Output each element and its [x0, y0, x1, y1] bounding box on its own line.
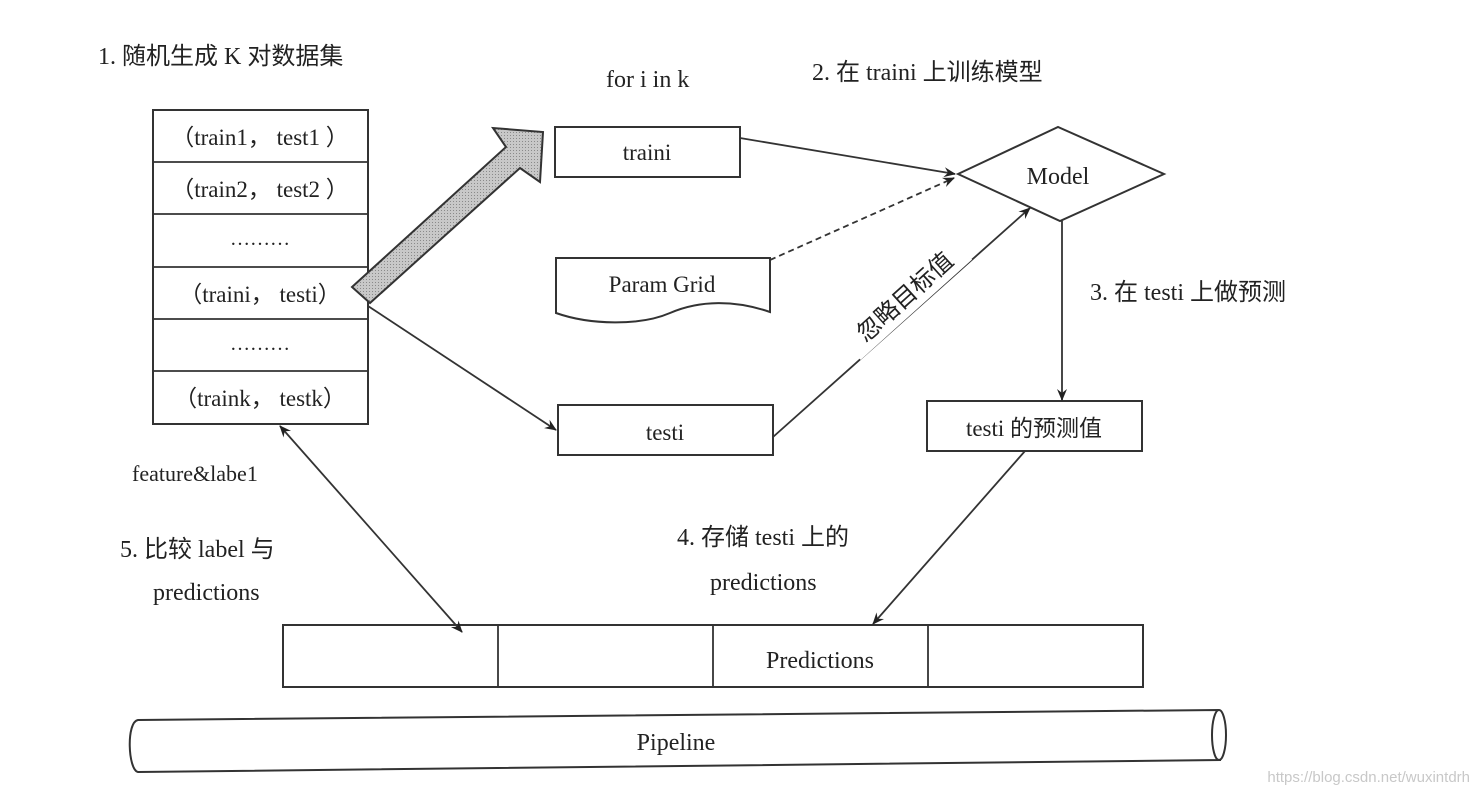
edge-paramgrid-to-model [769, 177, 955, 261]
big-arrow-icon [350, 126, 545, 305]
dataset-row-ellipsis-1: ……… [230, 228, 290, 250]
watermark: https://blog.csdn.net/wuxintdrh [1267, 769, 1470, 786]
model-label: Model [1027, 164, 1090, 190]
dataset-list: （train1， test1 ） （train2， test2 ） ……… （t… [152, 109, 369, 425]
traini-label: traini [623, 140, 672, 165]
feature-label-label: feature&labe1 [132, 461, 258, 486]
dataset-row-ellipsis-2: ……… [230, 333, 290, 355]
edge-traini-to-model [739, 137, 956, 178]
dataset-row-2: （train2， test2 ） [171, 177, 349, 202]
edge-dataset-to-testi [367, 305, 557, 431]
testi-label: testi [646, 420, 684, 445]
step5-label-line1: 5. 比较 label 与 [120, 536, 275, 563]
loop-label: for i in k [606, 67, 689, 93]
step1-label: 1. 随机生成 K 对数据集 [98, 43, 343, 70]
step5-label-line2: predictions [153, 580, 260, 606]
model-node: Model [955, 125, 1167, 223]
edge-testi-predictions-to-predictions [872, 450, 1026, 625]
traini-node: traini [554, 126, 741, 178]
step4-label-line1: 4. 存储 testi 上的 [677, 524, 849, 551]
predictions-table: Predictions [282, 624, 1144, 688]
pipeline-node: Pipeline [128, 708, 1227, 774]
step4-label-line2: predictions [710, 570, 817, 596]
dataset-row-k: （traink， testk） [174, 386, 346, 411]
dataset-row-i: （traini， testi） [179, 282, 341, 307]
predictions-label: Predictions [766, 648, 874, 674]
ignore-target-label: 忽略目标值 [852, 247, 959, 347]
dataset-row-1: （train1， test1 ） [171, 125, 349, 150]
cross-validation-diagram: 1. 随机生成 K 对数据集 for i in k 2. 在 traini 上训… [98, 43, 1470, 786]
param-grid-node: Param Grid [555, 257, 771, 324]
testi-predictions-node: testi 的预测值 [926, 400, 1143, 452]
pipeline-label: Pipeline [637, 730, 716, 756]
step2-label: 2. 在 traini 上训练模型 [812, 59, 1043, 86]
testi-node: testi [557, 404, 774, 456]
step3-label: 3. 在 testi 上做预测 [1090, 279, 1286, 306]
edge-compare-label-predictions [279, 425, 463, 633]
param-grid-label: Param Grid [609, 272, 716, 297]
testi-predictions-label: testi 的预测值 [966, 416, 1102, 441]
